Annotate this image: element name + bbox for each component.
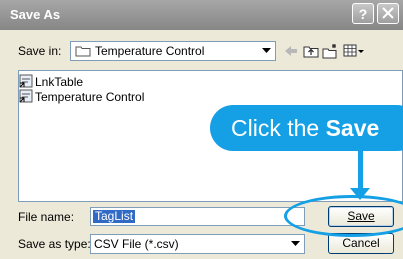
chevron-down-icon [262, 48, 271, 53]
title-bar[interactable]: Save As ? [0, 0, 403, 30]
dropdown-button[interactable] [288, 236, 303, 252]
callout-emphasis: Save [325, 115, 380, 141]
chevron-down-icon [291, 241, 300, 246]
views-menu-icon[interactable] [343, 43, 365, 59]
save-highlight-ring [284, 195, 403, 237]
file-name-value: TagList [93, 209, 136, 223]
save-in-value: Temperature Control [95, 44, 205, 58]
folder-icon [75, 46, 91, 57]
file-item-temperature-control[interactable]: Temperature Control [19, 89, 179, 105]
save-as-type-dropdown[interactable]: CSV File (*.csv) [90, 234, 305, 254]
up-folder-icon[interactable] [303, 43, 319, 59]
dialog-title: Save As [10, 7, 61, 22]
save-in-label: Save in: [18, 44, 62, 58]
dropdown-button[interactable] [259, 43, 274, 59]
file-name-input[interactable]: TagList [90, 207, 305, 226]
file-item-label: LnkTable [35, 75, 84, 89]
file-item-label: Temperature Control [35, 90, 145, 104]
shortcut-icon [19, 74, 33, 88]
save-as-type-label: Save as type: [18, 237, 91, 251]
save-as-type-value: CSV File (*.csv) [94, 237, 179, 251]
file-item-lnktable[interactable]: LnkTable [19, 74, 119, 90]
callout-prefix: Click the [231, 115, 326, 141]
shortcut-icon [19, 89, 33, 103]
callout-text: Click the Save [231, 115, 379, 142]
save-in-dropdown[interactable]: Temperature Control [70, 41, 276, 61]
save-as-dialog: Save As ? Save in: Temperature Control L… [0, 0, 403, 259]
callout-arrow-line [358, 151, 363, 191]
close-icon [382, 7, 394, 19]
file-name-label: File name: [18, 210, 75, 224]
cancel-button-label: Cancel [342, 236, 380, 250]
help-button[interactable]: ? [352, 3, 374, 24]
close-button[interactable] [377, 3, 399, 24]
back-arrow-icon[interactable] [283, 43, 299, 59]
new-folder-icon[interactable] [322, 43, 338, 59]
